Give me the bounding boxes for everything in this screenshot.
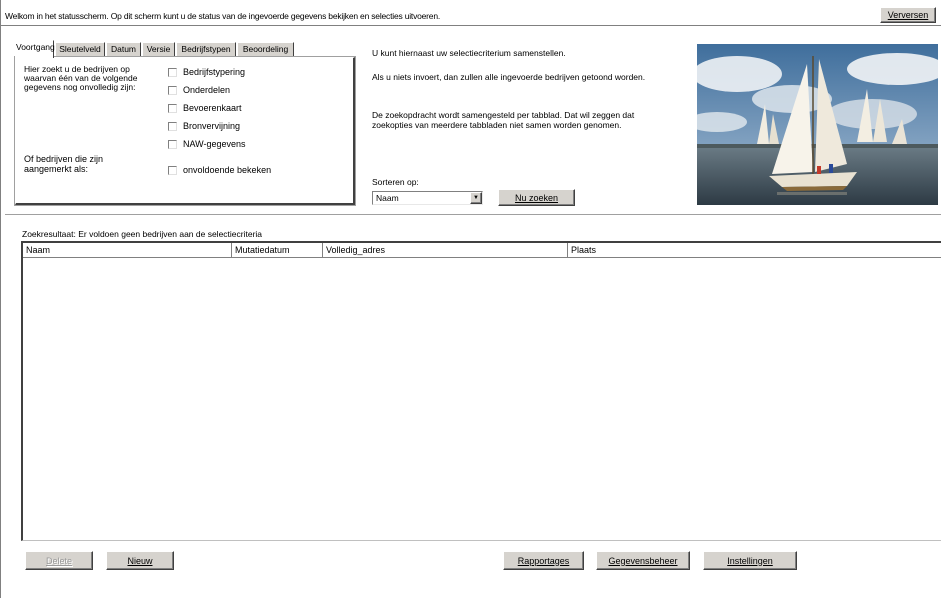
info-line-3: De zoekopdracht wordt samengesteld per t… [372, 110, 635, 130]
tab-voortgang[interactable]: Voortgang [15, 40, 55, 58]
option-onderdelen[interactable]: Onderdelen [168, 84, 230, 96]
results-body[interactable] [23, 258, 941, 539]
left-window-edge [0, 0, 1, 598]
tab-sleutelveld[interactable]: Sleutelveld [55, 42, 105, 57]
sort-label: Sorteren op: [372, 177, 419, 187]
section-divider [5, 214, 941, 215]
new-button[interactable]: Nieuw [106, 551, 174, 570]
checkbox[interactable] [168, 85, 177, 95]
info-line-1: U kunt hiernaast uw selectiecriterium sa… [372, 48, 566, 58]
tab-panel: Hier zoekt u de bedrijven op waarvan één… [14, 56, 356, 206]
chevron-down-icon[interactable]: ▼ [470, 192, 482, 204]
checkbox[interactable] [168, 165, 177, 175]
tab-beoordeling[interactable]: Beoordeling [237, 42, 294, 57]
column-header-plaats[interactable]: Plaats [568, 243, 941, 258]
data-management-button[interactable]: Gegevensbeheer [596, 551, 690, 570]
top-bar-border [0, 0, 941, 26]
option-bedrijfstypering[interactable]: Bedrijfstypering [168, 66, 245, 78]
column-header-volledig-adres[interactable]: Volledig_adres [323, 243, 568, 258]
checkbox[interactable] [168, 121, 177, 131]
settings-button[interactable]: Instellingen [703, 551, 797, 570]
checkbox[interactable] [168, 67, 177, 77]
reports-button[interactable]: Rapportages [503, 551, 584, 570]
tab-bedrijfstypen[interactable]: Bedrijfstypen [176, 42, 236, 57]
refresh-button[interactable]: Verversen [880, 7, 936, 23]
tab-datum[interactable]: Datum [106, 42, 141, 57]
results-status: Zoekresultaat: Er voldoen geen bedrijven… [22, 229, 263, 239]
sort-select[interactable]: Naam ▼ [372, 191, 483, 205]
results-table: Naam Mutatiedatum Volledig_adres Plaats [21, 241, 941, 541]
sort-selected-value: Naam [376, 193, 399, 203]
option-naw-gegevens[interactable]: NAW-gegevens [168, 138, 246, 150]
column-header-mutatiedatum[interactable]: Mutatiedatum [232, 243, 323, 258]
option-bevoerenkaart[interactable]: Bevoerenkaart [168, 102, 242, 114]
checkbox[interactable] [168, 139, 177, 149]
tab-control: Voortgang Sleutelveld Datum Versie Bedri… [14, 40, 356, 207]
voortgang-intro: Hier zoekt u de bedrijven op waarvan één… [24, 64, 138, 92]
info-line-2: Als u niets invoert, dan zullen alle ing… [372, 72, 646, 82]
checkbox[interactable] [168, 103, 177, 113]
delete-button: Delete [25, 551, 93, 570]
search-now-button[interactable]: Nu zoeken [498, 189, 575, 206]
option-onvoldoende-bekeken[interactable]: onvoldoende bekeken [168, 164, 271, 176]
sailboats-image [697, 44, 938, 205]
tab-versie[interactable]: Versie [142, 42, 175, 57]
or-text: Of bedrijven die zijn aangemerkt als: [24, 154, 104, 174]
column-header-naam[interactable]: Naam [23, 243, 232, 258]
option-bronvervijning[interactable]: Bronvervijning [168, 120, 240, 132]
